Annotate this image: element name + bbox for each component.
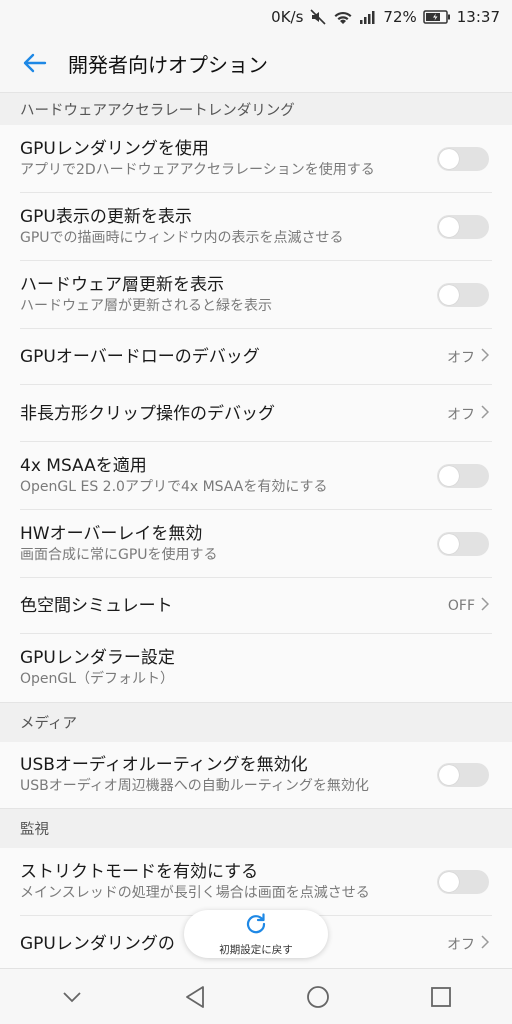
value-text: OFF (447, 598, 475, 614)
recents-square-icon[interactable] (421, 977, 461, 1017)
back-triangle-icon[interactable] (175, 977, 215, 1017)
setting-title: GPUレンダラー設定 (20, 648, 175, 668)
toggle-knob (439, 217, 459, 237)
toggle-switch[interactable] (437, 147, 489, 171)
setting-color-space[interactable]: 色空間シミュレート OFF (0, 578, 512, 634)
settings-list[interactable]: ハードウェアアクセラレートレンダリング GPUレンダリングを使用 アプリで2Dハ… (0, 92, 512, 968)
setting-subtitle: アプリで2Dハードウェアアクセラレーションを使用する (20, 162, 375, 178)
wifi-icon (333, 9, 353, 25)
chevron-right-icon (481, 597, 490, 615)
signal-icon (359, 10, 377, 24)
setting-title: GPUオーバードローのデバッグ (20, 347, 260, 367)
setting-title: 非長方形クリップ操作のデバッグ (20, 403, 275, 424)
value-text: オフ (447, 350, 475, 366)
chevron-right-icon (481, 404, 490, 423)
battery-icon (423, 10, 451, 24)
mute-icon (309, 8, 327, 26)
toggle-knob (439, 765, 459, 785)
value-text: オフ (447, 937, 475, 953)
setting-strict-mode[interactable]: ストリクトモードを有効にする メインスレッドの処理が長引く場合は画面を点滅させる (0, 848, 512, 916)
toggle-knob (439, 534, 459, 554)
value-text: オフ (447, 406, 475, 423)
toggle-knob (439, 285, 459, 305)
setting-value: オフ (447, 934, 490, 954)
setting-disable-hw-overlay[interactable]: HWオーバーレイを無効 画面合成に常にGPUを使用する (0, 510, 512, 578)
page-title: 開発者向けオプション (68, 52, 268, 77)
setting-force-msaa[interactable]: 4x MSAAを適用 OpenGL ES 2.0アプリで4x MSAAを有効にす… (0, 442, 512, 510)
setting-title: USBオーディオルーティングを無効化 (20, 755, 308, 775)
toggle-knob (439, 149, 459, 169)
setting-gpu-view-updates[interactable]: GPU表示の更新を表示 GPUでの描画時にウィンドウ内の表示を点滅させる (0, 193, 512, 261)
toggle-switch[interactable] (437, 215, 489, 239)
setting-non-rect-clip[interactable]: 非長方形クリップ操作のデバッグ オフ (0, 385, 512, 442)
setting-value: オフ (447, 347, 490, 367)
section-header-media: メディア (0, 702, 512, 742)
battery-percent: 72% (383, 8, 417, 26)
home-circle-icon[interactable] (298, 977, 338, 1017)
setting-title: ストリクトモードを有効にする (20, 862, 259, 882)
setting-usb-audio-routing[interactable]: USBオーディオルーティングを無効化 USBオーディオ周辺機器への自動ルーティン… (0, 742, 512, 808)
toggle-switch[interactable] (437, 464, 489, 488)
setting-title: 4x MSAAを適用 (20, 456, 147, 476)
chevron-down-icon[interactable] (52, 977, 92, 1017)
toggle-knob (439, 872, 459, 892)
toggle-switch[interactable] (437, 870, 489, 894)
reset-defaults-button[interactable]: 初期設定に戻す (184, 910, 328, 958)
reset-label: 初期設定に戻す (219, 944, 293, 956)
setting-subtitle: GPUでの描画時にウィンドウ内の表示を点滅させる (20, 230, 344, 246)
app-bar: 開発者向けオプション (0, 34, 512, 92)
setting-hw-layer-updates[interactable]: ハードウェア層更新を表示 ハードウェア層が更新されると緑を表示 (0, 261, 512, 329)
setting-value: OFF (447, 597, 490, 615)
setting-title: GPU表示の更新を表示 (20, 207, 192, 227)
setting-value: オフ (447, 404, 490, 424)
setting-title: HWオーバーレイを無効 (20, 524, 203, 544)
refresh-icon (243, 911, 269, 941)
clock: 13:37 (456, 8, 500, 26)
section-header-monitor: 監視 (0, 808, 512, 848)
setting-gpu-rendering[interactable]: GPUレンダリングを使用 アプリで2Dハードウェアアクセラレーションを使用する (0, 125, 512, 193)
toggle-switch[interactable] (437, 283, 489, 307)
setting-subtitle: メインスレッドの処理が長引く場合は画面を点滅させる (20, 885, 370, 901)
net-speed: 0K/s (271, 8, 304, 26)
setting-title: GPUレンダリングを使用 (20, 139, 209, 159)
status-bar: 0K/s 72% 13:37 (0, 0, 512, 34)
setting-subtitle: ハードウェア層が更新されると緑を表示 (20, 298, 272, 314)
setting-subtitle: USBオーディオ周辺機器への自動ルーティングを無効化 (20, 778, 369, 794)
back-arrow-icon[interactable] (20, 49, 48, 77)
toggle-switch[interactable] (437, 532, 489, 556)
chevron-right-icon (481, 348, 490, 366)
setting-title: 色空間シミュレート (20, 596, 173, 616)
chevron-right-icon (481, 935, 490, 953)
toggle-knob (439, 466, 459, 486)
setting-title: GPUレンダリングの (20, 934, 175, 954)
setting-subtitle: OpenGL（デフォルト） (20, 671, 175, 687)
setting-title: ハードウェア層更新を表示 (20, 275, 224, 295)
toggle-switch[interactable] (437, 763, 489, 787)
setting-gpu-overdraw[interactable]: GPUオーバードローのデバッグ オフ (0, 329, 512, 385)
setting-gpu-renderer[interactable]: GPUレンダラー設定 OpenGL（デフォルト） (0, 634, 512, 702)
setting-subtitle: 画面合成に常にGPUを使用する (20, 547, 218, 563)
setting-subtitle: OpenGL ES 2.0アプリで4x MSAAを有効にする (20, 479, 328, 495)
section-header-hw: ハードウェアアクセラレートレンダリング (0, 92, 512, 125)
navigation-bar (0, 968, 512, 1024)
